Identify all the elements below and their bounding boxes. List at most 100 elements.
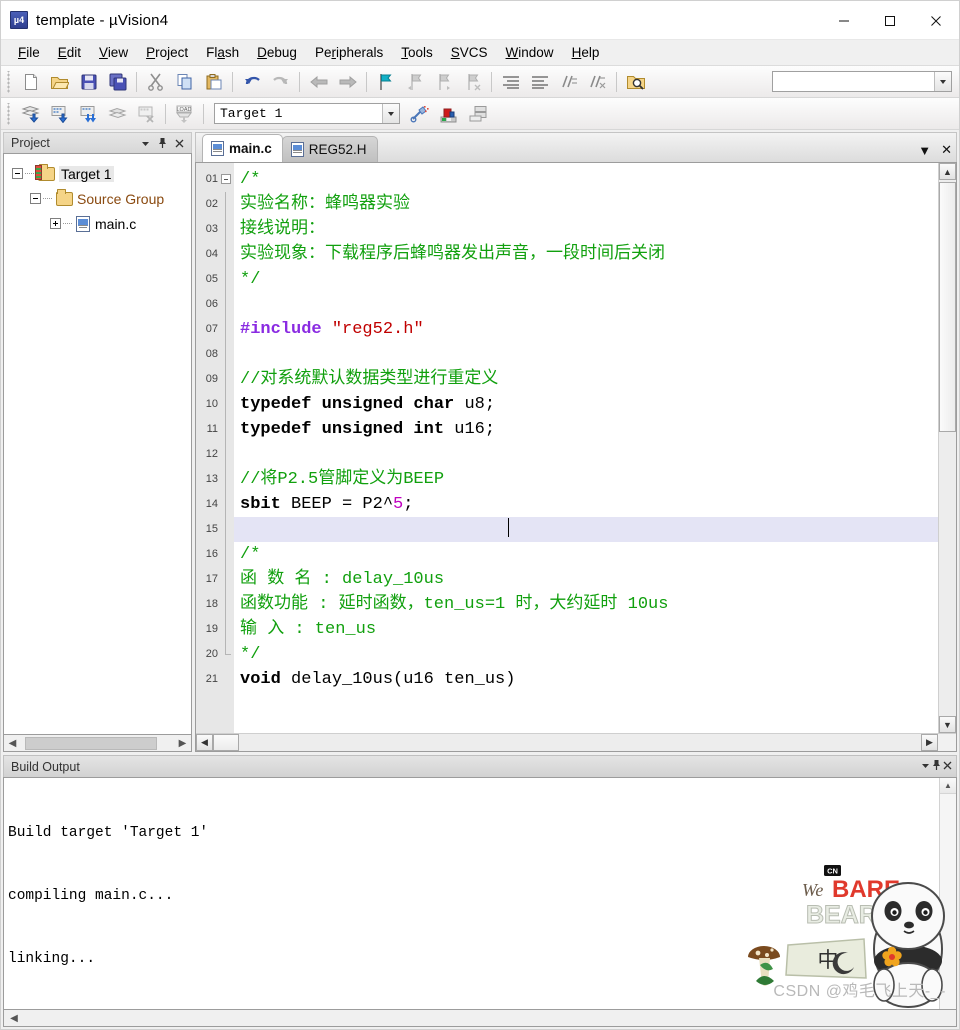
tree-item-source-group[interactable]: Source Group <box>4 186 191 211</box>
scroll-left-icon[interactable]: ◀ <box>6 1013 22 1024</box>
close-icon[interactable]: ✕ <box>941 142 952 158</box>
code-line[interactable]: /* <box>234 542 938 567</box>
code-line[interactable]: /* <box>234 167 938 192</box>
indent-icon[interactable] <box>497 69 524 95</box>
tree-item-target[interactable]: Target 1 <box>4 161 191 186</box>
code-line[interactable] <box>234 342 938 367</box>
hscroll-thumb[interactable] <box>25 736 157 750</box>
code-line[interactable]: */ <box>234 642 938 667</box>
menu-project[interactable]: Project <box>137 42 197 63</box>
ed-hscroll-track[interactable] <box>213 734 921 751</box>
hscroll-track[interactable] <box>21 736 174 751</box>
menu-window[interactable]: Window <box>497 42 563 63</box>
code-line[interactable]: 实验现象：下载程序后蜂鸣器发出声音，一段时间后关闭 <box>234 242 938 267</box>
translate-file-icon[interactable] <box>17 101 44 127</box>
project-tree[interactable]: Target 1 Source Group main.c <box>3 153 192 735</box>
copy-icon[interactable] <box>171 69 198 95</box>
scroll-left-icon[interactable]: ◀ <box>4 736 21 751</box>
expander-minus-icon[interactable] <box>30 193 41 204</box>
target-options-icon[interactable] <box>406 101 433 127</box>
bookmark-toggle-icon[interactable] <box>372 69 399 95</box>
tab-reg52-h[interactable]: REG52.H <box>281 136 378 162</box>
fold-row[interactable] <box>220 167 234 192</box>
menu-edit[interactable]: Edit <box>49 42 90 63</box>
menu-debug[interactable]: Debug <box>248 42 306 63</box>
menu-flash[interactable]: Flash <box>197 42 248 63</box>
menu-file[interactable]: File <box>9 42 49 63</box>
tab-main-c[interactable]: main.c <box>202 134 283 162</box>
editor-hscrollbar[interactable]: ◀ ▶ <box>196 733 956 751</box>
close-icon[interactable] <box>913 1 959 40</box>
chevron-down-icon[interactable]: ▼ <box>918 143 931 158</box>
navigate-back-icon[interactable] <box>305 69 332 95</box>
vscroll-thumb[interactable] <box>939 182 956 432</box>
target-select[interactable]: Target 1 <box>214 103 400 124</box>
expander-minus-icon[interactable] <box>12 168 23 179</box>
chevron-down-icon[interactable] <box>137 135 154 152</box>
code-line[interactable]: 输 入 : ten_us <box>234 617 938 642</box>
menu-view[interactable]: View <box>90 42 137 63</box>
code-line[interactable]: 函 数 名 : delay_10us <box>234 567 938 592</box>
build-target-icon[interactable] <box>46 101 73 127</box>
menu-peripherals[interactable]: Peripherals <box>306 42 392 63</box>
tree-item-main-c[interactable]: main.c <box>4 211 191 236</box>
code-line-current[interactable] <box>234 517 938 542</box>
bookmark-next-icon[interactable] <box>430 69 457 95</box>
new-file-icon[interactable] <box>17 69 44 95</box>
save-all-icon[interactable] <box>104 69 131 95</box>
code-line[interactable]: //将P2.5管脚定义为BEEP <box>234 467 938 492</box>
chevron-down-icon[interactable] <box>920 760 931 774</box>
rebuild-all-icon[interactable] <box>75 101 102 127</box>
code-fold-column[interactable] <box>220 163 234 733</box>
search-input[interactable] <box>772 71 952 92</box>
bookmark-clear-icon[interactable] <box>459 69 486 95</box>
scroll-right-icon[interactable]: ▶ <box>921 734 938 751</box>
scroll-up-icon[interactable]: ▲ <box>939 163 956 180</box>
save-icon[interactable] <box>75 69 102 95</box>
build-vscrollbar[interactable]: ▲ <box>939 778 956 1009</box>
uncomment-icon[interactable] <box>584 69 611 95</box>
bookmark-prev-icon[interactable] <box>401 69 428 95</box>
code-line[interactable]: sbit BEEP = P2^5; <box>234 492 938 517</box>
scroll-down-icon[interactable]: ▼ <box>939 716 956 733</box>
pin-icon[interactable] <box>154 135 171 152</box>
minimize-icon[interactable] <box>821 1 867 40</box>
search-dropdown-arrow[interactable] <box>934 72 951 91</box>
manage-components-icon[interactable] <box>435 101 462 127</box>
toolbar-grip[interactable] <box>6 102 13 125</box>
close-icon[interactable] <box>942 760 953 774</box>
fold-collapse-icon[interactable] <box>221 174 231 184</box>
code-line[interactable] <box>234 292 938 317</box>
code-line[interactable]: typedef unsigned char u8; <box>234 392 938 417</box>
open-file-icon[interactable] <box>46 69 73 95</box>
undo-icon[interactable] <box>238 69 265 95</box>
menu-help[interactable]: Help <box>563 42 609 63</box>
code-line[interactable] <box>234 442 938 467</box>
maximize-icon[interactable] <box>867 1 913 40</box>
code-line[interactable]: void delay_10us(u16 ten_us) <box>234 667 938 692</box>
editor-vscrollbar[interactable]: ▲ ▼ <box>938 163 956 733</box>
code-line[interactable]: */ <box>234 267 938 292</box>
project-hscrollbar[interactable]: ◀ ▶ <box>3 735 192 752</box>
scroll-up-icon[interactable]: ▲ <box>940 778 956 794</box>
code-line[interactable]: #include "reg52.h" <box>234 317 938 342</box>
comment-icon[interactable] <box>555 69 582 95</box>
outdent-icon[interactable] <box>526 69 553 95</box>
code-line[interactable]: typedef unsigned int u16; <box>234 417 938 442</box>
find-in-files-icon[interactable] <box>622 69 649 95</box>
download-load-icon[interactable]: LOAD <box>171 101 198 127</box>
toolbar-grip[interactable] <box>6 70 13 93</box>
build-output-body[interactable]: Build target 'Target 1' compiling main.c… <box>3 777 957 1010</box>
code-line[interactable]: 接线说明： <box>234 217 938 242</box>
scroll-right-icon[interactable]: ▶ <box>174 736 191 751</box>
build-hscrollbar[interactable]: ◀ <box>3 1010 957 1027</box>
redo-icon[interactable] <box>267 69 294 95</box>
pin-icon[interactable] <box>931 759 942 774</box>
scroll-left-icon[interactable]: ◀ <box>196 734 213 751</box>
code-line[interactable]: //对系统默认数据类型进行重定义 <box>234 367 938 392</box>
code-area[interactable]: 01 02 03 04 05 06 07 08 09 10 11 12 13 1… <box>196 163 938 733</box>
close-icon[interactable] <box>171 135 188 152</box>
ed-hscroll-thumb[interactable] <box>213 734 239 751</box>
menu-tools[interactable]: Tools <box>392 42 442 63</box>
code-line[interactable]: 函数功能 : 延时函数，ten_us=1 时，大约延时 10us <box>234 592 938 617</box>
